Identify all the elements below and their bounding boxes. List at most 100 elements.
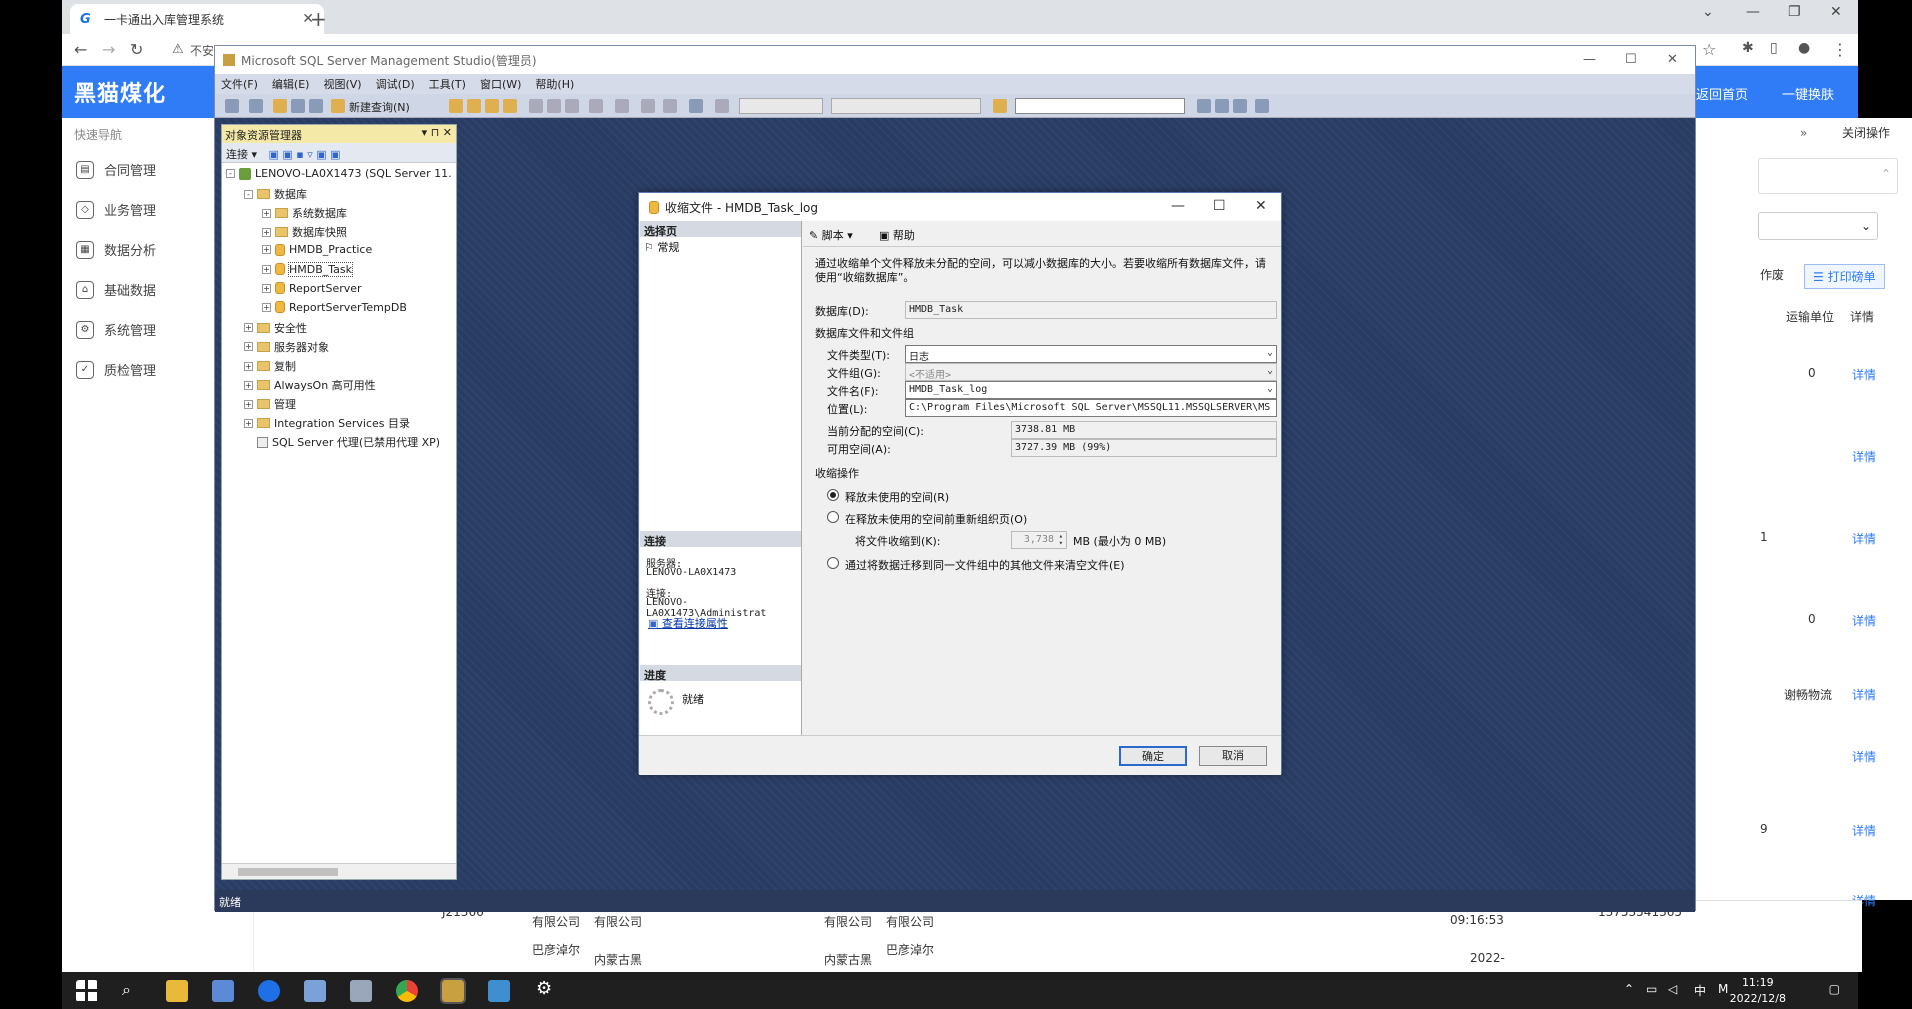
expand-icon[interactable]: +	[244, 380, 253, 390]
tree-node[interactable]: - 数据库	[244, 186, 307, 202]
tree-node[interactable]: + ReportServerTempDB	[262, 301, 407, 314]
detail-link[interactable]: 详情	[1852, 530, 1876, 547]
view-connection-properties-link[interactable]: ▣ 查看连接属性	[648, 615, 728, 631]
menu-help[interactable]: 帮助(H)	[535, 76, 574, 92]
expand-icon[interactable]: +	[244, 399, 253, 409]
file-explorer-icon[interactable]	[166, 980, 188, 1002]
open-icon[interactable]	[273, 99, 287, 113]
expand-icon[interactable]: +	[244, 342, 253, 352]
expand-icon[interactable]: +	[262, 283, 271, 293]
tree-node[interactable]: + Integration Services 目录	[244, 415, 410, 431]
copy-icon[interactable]	[547, 99, 561, 113]
tree-node[interactable]: + 安全性	[244, 320, 307, 336]
ime-mode[interactable]: M	[1718, 982, 1728, 996]
tree-node[interactable]: + AlwaysOn 高可用性	[244, 377, 376, 393]
expand-icon[interactable]: +	[262, 302, 271, 312]
reload-icon[interactable]: ↻	[130, 40, 143, 59]
toolbar-icon[interactable]	[1255, 99, 1269, 113]
settings-icon[interactable]: ⚙	[536, 978, 552, 999]
sidebar-item-business[interactable]: ◇ 业务管理	[76, 200, 156, 219]
toolbar-icon[interactable]	[993, 99, 1007, 113]
expand-icon[interactable]: +	[244, 323, 253, 333]
tree-node[interactable]: + ReportServer	[262, 282, 362, 295]
new-project-icon[interactable]	[225, 99, 239, 113]
maximize-icon[interactable]: ☐	[1213, 198, 1226, 214]
sidebar-item-system[interactable]: ⚙ 系统管理	[76, 320, 156, 339]
minimize-icon[interactable]: —	[1171, 198, 1185, 214]
filename-select[interactable]: HMDB_Task_log ⌄	[905, 381, 1277, 399]
chevron-icon[interactable]: »	[1800, 126, 1807, 140]
profile-icon[interactable]: ●	[1798, 40, 1810, 56]
wrench-icon[interactable]	[1233, 99, 1247, 113]
query-icon[interactable]	[485, 99, 499, 113]
new-query-icon[interactable]	[331, 99, 345, 113]
tree-node[interactable]: + 数据库快照	[262, 224, 347, 240]
menu-tools[interactable]: 工具(T)	[429, 76, 466, 92]
detail-link[interactable]: 详情	[1852, 822, 1876, 839]
toolbar-combo[interactable]	[831, 98, 981, 114]
paste-icon[interactable]	[565, 99, 579, 113]
empty-file-radio[interactable]	[827, 557, 839, 569]
page-general[interactable]: ⚐ 常规	[644, 239, 679, 255]
scroll-thumb[interactable]	[238, 868, 338, 876]
app-icon[interactable]	[212, 980, 234, 1002]
minimize-icon[interactable]: —	[1746, 4, 1760, 20]
script-button[interactable]: ✎ 脚本 ▾	[809, 227, 853, 243]
close-icon[interactable]: ▾ ⊓ ✕	[422, 126, 452, 139]
expand-icon[interactable]: +	[244, 361, 253, 371]
forward-icon[interactable]: →	[102, 40, 115, 59]
tree-node[interactable]: + 服务器对象	[244, 339, 329, 355]
tab-search-icon[interactable]: ⌄	[1702, 4, 1714, 20]
close-window-icon[interactable]: ✕	[1830, 4, 1842, 20]
tree-node[interactable]: + 复制	[244, 358, 296, 374]
execute-icon[interactable]	[715, 99, 729, 113]
menu-edit[interactable]: 编辑(E)	[272, 76, 310, 92]
connect-button[interactable]: 连接	[226, 148, 248, 161]
close-icon[interactable]: ✕	[1667, 52, 1678, 67]
new-tab-icon[interactable]: +	[310, 7, 327, 31]
save-icon[interactable]	[291, 99, 305, 113]
menu-view[interactable]: 视图(V)	[323, 76, 361, 92]
extensions-icon[interactable]: ✱	[1742, 40, 1754, 56]
tree-node[interactable]: + HMDB_Task	[262, 261, 354, 277]
location-field[interactable]: C:\Program Files\Microsoft SQL Server\MS…	[905, 399, 1277, 417]
query-icon[interactable]	[467, 99, 481, 113]
app-icon[interactable]	[304, 980, 326, 1002]
bookmark-star-icon[interactable]: ☆	[1702, 40, 1716, 59]
sidebar-item-contract[interactable]: ▤ 合同管理	[76, 160, 156, 179]
expand-icon[interactable]: +	[262, 245, 271, 255]
skin-button[interactable]: 一键换肤	[1782, 84, 1834, 103]
sidepanel-icon[interactable]: ▯	[1770, 40, 1778, 56]
query-icon[interactable]	[449, 99, 463, 113]
print-button[interactable]: ☰ 打印磅单	[1804, 264, 1885, 289]
undo-icon[interactable]	[589, 99, 603, 113]
horizontal-scrollbar[interactable]	[222, 863, 456, 879]
save-all-icon[interactable]	[309, 99, 323, 113]
expand-icon[interactable]: +	[262, 227, 271, 237]
toolbar-icon[interactable]	[1197, 99, 1211, 113]
close-ops-button[interactable]: 关闭操作	[1842, 124, 1890, 141]
back-icon[interactable]: ←	[74, 40, 87, 59]
menu-window[interactable]: 窗口(W)	[480, 76, 521, 92]
collapse-icon[interactable]: -	[244, 189, 253, 199]
ime-indicator[interactable]: 中	[1694, 982, 1706, 999]
volume-icon[interactable]: ◁	[1668, 982, 1677, 996]
tree-node[interactable]: SQL Server 代理(已禁用代理 XP)	[244, 434, 440, 450]
ok-button[interactable]: 确定	[1119, 746, 1187, 766]
void-button[interactable]: 作废	[1760, 266, 1784, 283]
reorganize-radio[interactable]	[827, 511, 839, 523]
release-unused-radio[interactable]	[827, 489, 839, 501]
file-type-select[interactable]: 日志 ⌄	[905, 345, 1277, 363]
new-query-button[interactable]: 新建查询(N)	[349, 99, 410, 115]
tree-node[interactable]: + 系统数据库	[262, 205, 347, 221]
browser-tab[interactable]: G 一卡通出入库管理系统 ✕	[70, 4, 324, 34]
expand-icon[interactable]: +	[262, 208, 271, 218]
detail-link[interactable]: 详情	[1852, 448, 1876, 465]
collapse-bar[interactable]: ⌃	[1758, 158, 1898, 194]
toolbar-icon[interactable]	[663, 99, 677, 113]
close-icon[interactable]: ✕	[1255, 198, 1267, 214]
sidebar-item-analysis[interactable]: ▦ 数据分析	[76, 240, 156, 259]
search-combo[interactable]	[1015, 98, 1185, 114]
maximize-icon[interactable]: ☐	[1625, 52, 1637, 67]
chrome-icon[interactable]	[396, 980, 418, 1002]
